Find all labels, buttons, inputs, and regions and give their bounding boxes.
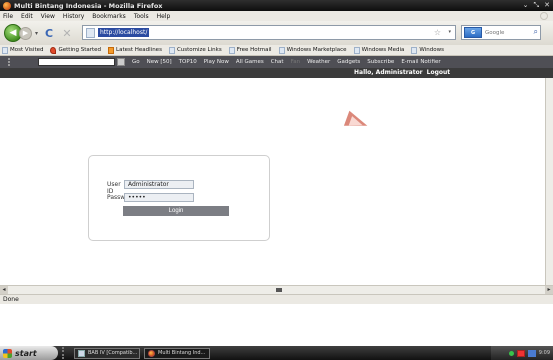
scroll-left-icon[interactable]: ◂ — [0, 286, 8, 294]
stop-button[interactable]: ✕ — [59, 25, 75, 41]
taskbar-separator — [62, 347, 70, 359]
userid-row: User ID — [107, 181, 123, 195]
addon-all-games[interactable]: All Games — [236, 59, 264, 65]
desktop-area — [0, 304, 553, 346]
addon-search-input[interactable] — [38, 58, 115, 66]
addon-new[interactable]: New [50] — [147, 59, 172, 65]
network-status-icon[interactable] — [508, 350, 514, 356]
page-favicon-icon — [86, 27, 95, 38]
window-titlebar[interactable]: Multi Bintang Indonesia - Mozilla Firefo… — [0, 0, 553, 11]
windows-flag-icon — [3, 348, 12, 358]
bookmark-star-icon[interactable]: ☆ — [434, 28, 441, 37]
menu-view[interactable]: View — [41, 13, 55, 20]
password-row: Password — [107, 194, 136, 201]
task-word-document[interactable]: BAB IV [Compatib... — [74, 347, 140, 359]
history-dropdown-icon[interactable]: ▾ — [35, 30, 38, 37]
task-firefox[interactable]: Multi Bintang Ind... — [144, 347, 210, 359]
page-content: User ID Administrator Password ••••• Log… — [0, 78, 545, 285]
window-controls: ⌄ ⤡ ✕ — [523, 1, 550, 10]
firefox-icon — [50, 46, 57, 54]
addon-fan[interactable]: Fan — [291, 59, 301, 65]
scroll-right-icon[interactable]: ▸ — [545, 286, 553, 294]
url-text[interactable]: http://localhost/ — [98, 28, 150, 37]
addon-search-icon[interactable] — [117, 58, 125, 66]
page-icon — [353, 46, 360, 54]
addon-subscribe[interactable]: Subscribe — [367, 59, 394, 65]
menu-history[interactable]: History — [63, 13, 84, 20]
menu-edit[interactable]: Edit — [21, 13, 33, 20]
addon-gadgets[interactable]: Gadgets — [337, 59, 360, 65]
bookmark-getting-started[interactable]: Getting Started — [50, 46, 101, 54]
search-input[interactable] — [482, 29, 530, 36]
taskbar: start BAB IV [Compatib... Multi Bintang … — [0, 346, 553, 360]
window-title: Multi Bintang Indonesia - Mozilla Firefo… — [14, 1, 163, 10]
addon-go[interactable]: Go — [132, 59, 140, 65]
horizontal-scrollbar[interactable]: ◂ ▸ — [0, 285, 553, 294]
forward-button[interactable]: ▶ — [19, 26, 32, 40]
status-text: Done — [3, 296, 19, 303]
menu-file[interactable]: File — [3, 13, 13, 20]
clock[interactable]: 9:09 — [539, 350, 550, 356]
page-icon — [168, 46, 175, 54]
tray-app-icon[interactable] — [516, 349, 525, 357]
menu-bar: File Edit View History Bookmarks Tools H… — [0, 11, 553, 21]
addon-toolbar: Go New [50] TOP10 Play Now All Games Cha… — [0, 56, 553, 68]
logout-link[interactable]: Logout — [427, 69, 451, 76]
task-label: Multi Bintang Ind... — [158, 350, 206, 356]
minimize-icon[interactable]: ⌄ — [523, 1, 529, 10]
toolbar-grip-icon[interactable] — [8, 58, 14, 66]
menu-tools[interactable]: Tools — [134, 13, 149, 20]
login-button[interactable]: Login — [123, 206, 229, 216]
page-icon — [278, 46, 285, 54]
restore-icon[interactable]: ⤡ — [534, 1, 540, 10]
tray-language-icon[interactable] — [527, 349, 536, 357]
word-doc-icon — [78, 349, 85, 357]
search-go-icon[interactable]: ⌕ — [534, 27, 538, 37]
bookmark-free-hotmail[interactable]: Free Hotmail — [228, 46, 272, 54]
search-bar[interactable]: G ⌕ — [461, 25, 541, 40]
bookmark-most-visited[interactable]: Most Visited — [2, 46, 43, 54]
password-field[interactable]: ••••• — [124, 193, 194, 202]
page-icon — [228, 46, 235, 54]
bookmark-windows-marketplace[interactable]: Windows Marketplace — [278, 46, 347, 54]
url-dropdown-icon[interactable]: ▾ — [448, 29, 451, 35]
userid-field[interactable]: Administrator — [124, 180, 194, 189]
url-bar[interactable]: http://localhost/ ☆ ▾ — [82, 25, 456, 40]
userid-label: User ID — [107, 181, 121, 195]
bookmarks-toolbar: Most Visited Getting Started Latest Head… — [0, 45, 553, 56]
navigation-toolbar: ◀ ▶ ▾ C ✕ ⌂ http://localhost/ ☆ ▾ G ⌕ — [0, 21, 553, 45]
bookmark-customize-links[interactable]: Customize Links — [168, 46, 222, 54]
firefox-icon — [3, 1, 11, 10]
scroll-thumb[interactable] — [276, 288, 282, 292]
bookmark-windows-media[interactable]: Windows Media — [353, 46, 404, 54]
rss-icon — [108, 46, 115, 54]
addon-email-notifier[interactable]: E-mail Notifier — [401, 59, 440, 65]
status-bar: Done — [0, 294, 553, 304]
login-form: User ID Administrator Password ••••• Log… — [88, 155, 270, 241]
addon-chat[interactable]: Chat — [271, 59, 284, 65]
firefox-icon — [148, 349, 155, 357]
start-label: start — [15, 348, 37, 358]
menu-help[interactable]: Help — [157, 13, 171, 20]
page-icon — [411, 46, 418, 54]
password-label: Password — [107, 194, 136, 201]
search-engine-icon[interactable]: G — [464, 27, 482, 38]
vertical-scrollbar[interactable] — [545, 78, 553, 285]
user-greeting: Hallo, Administrator Logout — [354, 69, 450, 76]
page-header-bar: Hallo, Administrator Logout — [0, 68, 553, 78]
addon-play-now[interactable]: Play Now — [204, 59, 229, 65]
task-label: BAB IV [Compatib... — [88, 350, 138, 356]
system-tray: 9:09 — [491, 346, 553, 360]
reload-button[interactable]: C — [41, 25, 57, 41]
start-button[interactable]: start — [0, 346, 58, 360]
throbber-icon — [540, 12, 548, 20]
greeting-text: Hallo, Administrator — [354, 69, 423, 76]
folder-icon — [2, 46, 8, 54]
bookmark-windows[interactable]: Windows — [411, 46, 444, 54]
close-icon[interactable]: ✕ — [544, 1, 550, 10]
bookmark-latest-headlines[interactable]: Latest Headlines — [108, 46, 162, 54]
menu-bookmarks[interactable]: Bookmarks — [92, 13, 126, 20]
addon-weather[interactable]: Weather — [307, 59, 330, 65]
addon-top10[interactable]: TOP10 — [179, 59, 197, 65]
